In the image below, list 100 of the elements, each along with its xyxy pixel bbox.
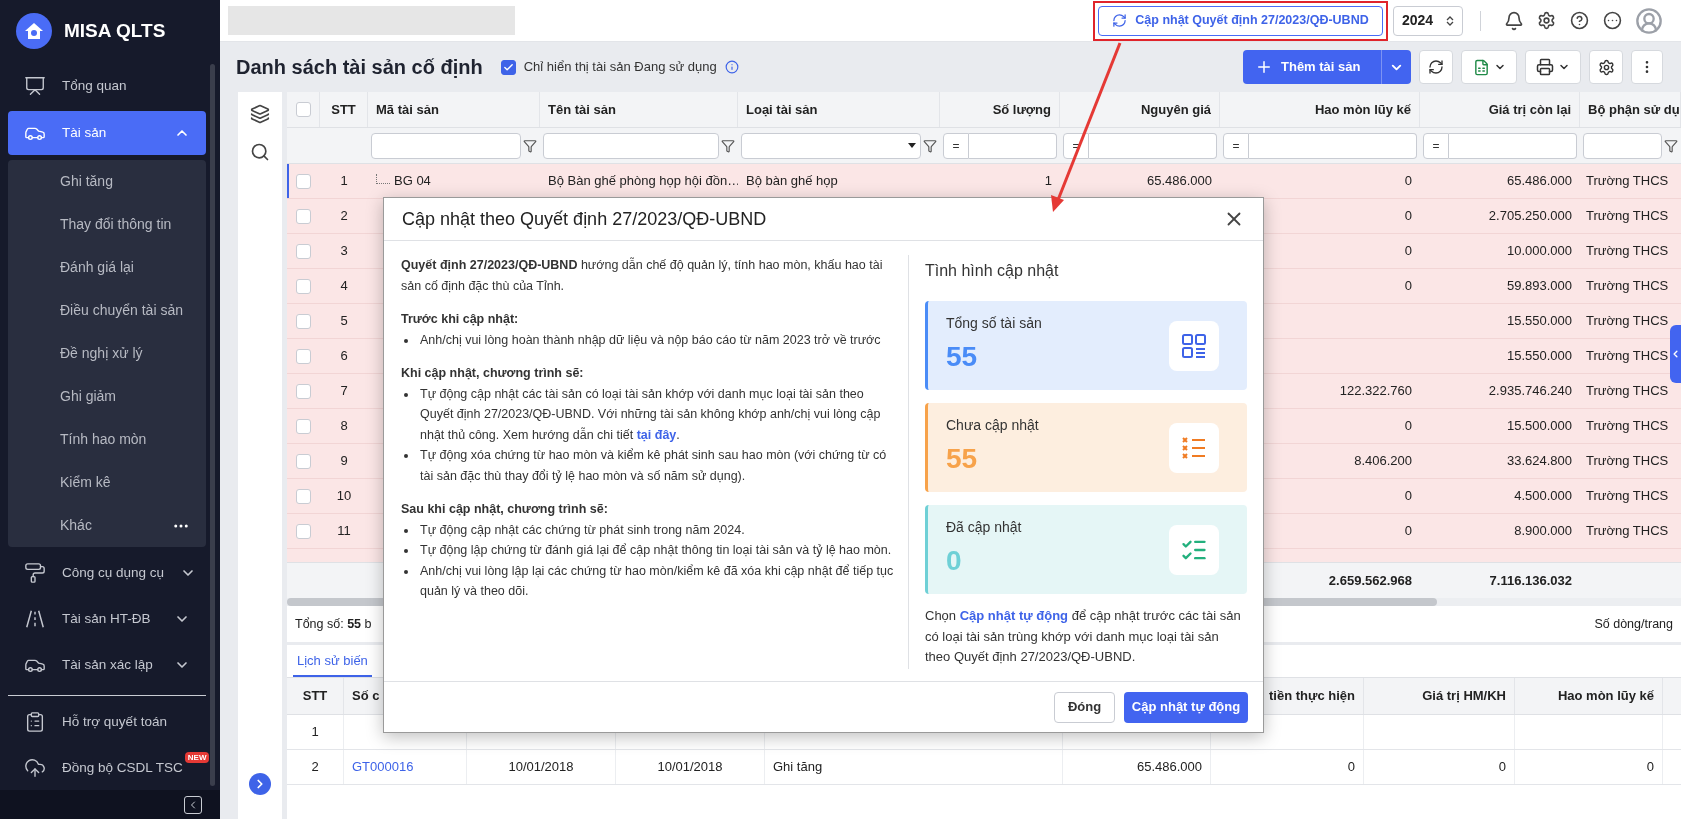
column-header[interactable]: Giá trị còn lại <box>1488 99 1571 120</box>
collapse-button[interactable] <box>184 795 202 814</box>
submenu-item[interactable]: Điều chuyển tài sản <box>8 289 206 333</box>
sidebar-item[interactable]: Tổng quan <box>8 64 206 109</box>
info-icon[interactable] <box>724 60 739 74</box>
table-cell-text: 0 <box>1404 207 1412 226</box>
notification-icon[interactable] <box>1504 10 1524 31</box>
table-cell-text: 6 <box>340 347 348 366</box>
link[interactable]: Cập nhật tự động <box>959 608 1069 623</box>
submenu-item[interactable]: Kiểm kê <box>8 461 206 505</box>
column-header[interactable]: Bộ phận sử dụ <box>1588 99 1680 120</box>
close-button[interactable]: Đóng <box>1054 691 1115 723</box>
sidebar-item[interactable]: Tài sản <box>8 111 206 156</box>
section-heading: Trước khi cập nhật: <box>401 311 520 328</box>
dropdown-button[interactable] <box>1381 50 1411 84</box>
voucher-link[interactable]: GT000016 <box>352 757 414 777</box>
column-header[interactable]: Giá trị HM/KH <box>1422 686 1506 706</box>
submenu-item[interactable]: Khác <box>8 504 206 548</box>
sidebar-item[interactable]: Hỗ trợ quyết toán <box>8 700 206 745</box>
add-button[interactable]: Thêm tài sản <box>1243 50 1381 84</box>
settings-icon[interactable] <box>1537 11 1556 30</box>
submenu-item[interactable]: Đánh giá lại <box>8 246 206 290</box>
filter-icon[interactable] <box>721 138 735 153</box>
search-icon[interactable] <box>250 142 270 162</box>
column-header[interactable]: STT <box>302 686 328 706</box>
refresh-button[interactable] <box>1419 50 1453 84</box>
table-cell-text: 65.486.000 <box>1136 758 1202 777</box>
checkbox-label: Chỉ hiển thị tài sản Đang sử dụng <box>523 58 717 77</box>
filter-icon[interactable] <box>1664 138 1678 153</box>
filter-icon[interactable] <box>523 138 537 153</box>
stat-label: Đã cập nhật <box>946 518 1022 537</box>
submenu-item[interactable]: Tính hao mòn <box>8 418 206 462</box>
bullet-text: Tự động xóa chứng từ hao mòn và kiểm kê phát sinh sau hao mòn (với chứng từ có tài sản đặc thù thay đổi tỷ lệ hao mòn và số năm sử dụng). <box>420 447 888 485</box>
sidebar-item[interactable]: Tài sản xác lập <box>8 643 206 688</box>
table-cell-text: 15.550.000 <box>1506 312 1572 331</box>
filter-field[interactable] <box>1583 132 1662 159</box>
submenu-item[interactable]: Thay đổi thông tin <box>8 203 206 247</box>
filter-field[interactable] <box>1249 132 1417 159</box>
table-cell-text: 8 <box>340 417 348 436</box>
spinner-icon[interactable] <box>1446 14 1454 27</box>
column-header[interactable]: Hao mòn lũy kế <box>1557 686 1654 706</box>
column-header[interactable]: Số c <box>352 686 380 706</box>
table-cell-text: Trường THCS <box>1586 522 1669 541</box>
column-header[interactable]: Mã tài sản <box>376 99 439 120</box>
update-button[interactable]: Cập nhật Quyết định 27/2023/QĐ-UBND <box>1098 5 1383 36</box>
column-header[interactable]: Loại tài sản <box>746 99 818 120</box>
column-header[interactable]: Số lượng <box>992 99 1051 120</box>
filter-field[interactable] <box>969 132 1057 159</box>
column-header[interactable]: tiền thực hiện <box>1269 686 1355 706</box>
total-cell-text: 7.116.136.032 <box>1489 571 1572 590</box>
table-cell-text: 0 <box>1404 277 1412 296</box>
year-field[interactable]: 2024 <box>1393 5 1463 36</box>
total-count: Tổng số: 55 b <box>295 615 372 633</box>
table-cell-text: Trường THCS <box>1586 417 1669 436</box>
grid-list-icon <box>1181 332 1207 359</box>
filter-field[interactable] <box>1449 132 1577 159</box>
expand-button[interactable] <box>249 773 271 795</box>
side-tab[interactable] <box>1670 325 1681 383</box>
table-cell-text: 59.893.000 <box>1506 277 1572 296</box>
column-header[interactable]: Nguyên giá <box>1140 99 1211 120</box>
filter-field[interactable] <box>543 132 719 159</box>
table-row[interactable]: 1 BG 04 Bộ Bàn ghế phòng họp hội đồn… Bộ bàn ghế họp 1 65.486.000 0 65.486.000 Trường THCS <box>287 164 1681 199</box>
help-icon[interactable] <box>1570 11 1589 30</box>
stat-value: 55 <box>946 340 979 374</box>
table-cell-text: 0 <box>1404 242 1412 261</box>
spreadsheet-icon <box>1472 58 1490 76</box>
table-cell-text: 1 <box>1044 172 1052 191</box>
column-header[interactable]: Hao mòn lũy kế <box>1314 99 1411 120</box>
submenu-item[interactable]: Ghi tăng <box>8 160 206 204</box>
submenu-item[interactable]: Đề nghị xử lý <box>8 332 206 376</box>
bullet-text: Anh/chị vui lòng hoàn thành nhập dữ liệu và nộp báo cáo từ năm 2023 trở về trước <box>420 331 881 349</box>
checkbox[interactable] <box>500 59 516 75</box>
column-header[interactable]: Tên tài sản <box>548 99 616 120</box>
submenu-item[interactable]: Ghi giảm <box>8 375 206 419</box>
sidebar-item[interactable]: Công cụ dụng cụ <box>8 551 206 596</box>
table-cell-text: 3 <box>340 242 348 261</box>
filter-field[interactable] <box>1089 132 1217 159</box>
app-name: MISA QLTS <box>64 18 166 43</box>
table-cell-text: 0 <box>1646 758 1654 777</box>
operator-button[interactable]: = <box>1423 132 1449 159</box>
table-cell-text: Ghi tăng <box>773 758 823 777</box>
operator-button[interactable]: = <box>943 132 969 159</box>
confirm-button[interactable]: Cập nhật tự động <box>1124 691 1248 723</box>
excel-button[interactable] <box>1461 50 1517 84</box>
avatar-icon[interactable] <box>1635 6 1663 35</box>
layers-icon[interactable] <box>250 104 270 124</box>
more-icon[interactable] <box>1603 11 1622 30</box>
operator-button[interactable]: = <box>1223 132 1249 159</box>
scrollbar[interactable] <box>210 64 215 786</box>
table-cell-text: Bộ bàn ghế họp <box>746 172 838 191</box>
cloud-upload-icon <box>24 757 46 780</box>
sidebar-item[interactable]: Tài sản HT-ĐB <box>8 597 206 642</box>
settings-button[interactable] <box>1589 50 1623 84</box>
column-header[interactable]: STT <box>331 99 356 120</box>
table-cell-text: 10/01/2018 <box>508 758 574 777</box>
filter-icon[interactable] <box>923 138 937 153</box>
filter-field[interactable] <box>371 132 521 159</box>
print-button[interactable] <box>1525 50 1581 84</box>
link[interactable]: tại đây <box>636 427 677 442</box>
bullet-text: Tự động cập nhật các chứng từ phát sinh trong năm 2024. <box>420 521 745 539</box>
